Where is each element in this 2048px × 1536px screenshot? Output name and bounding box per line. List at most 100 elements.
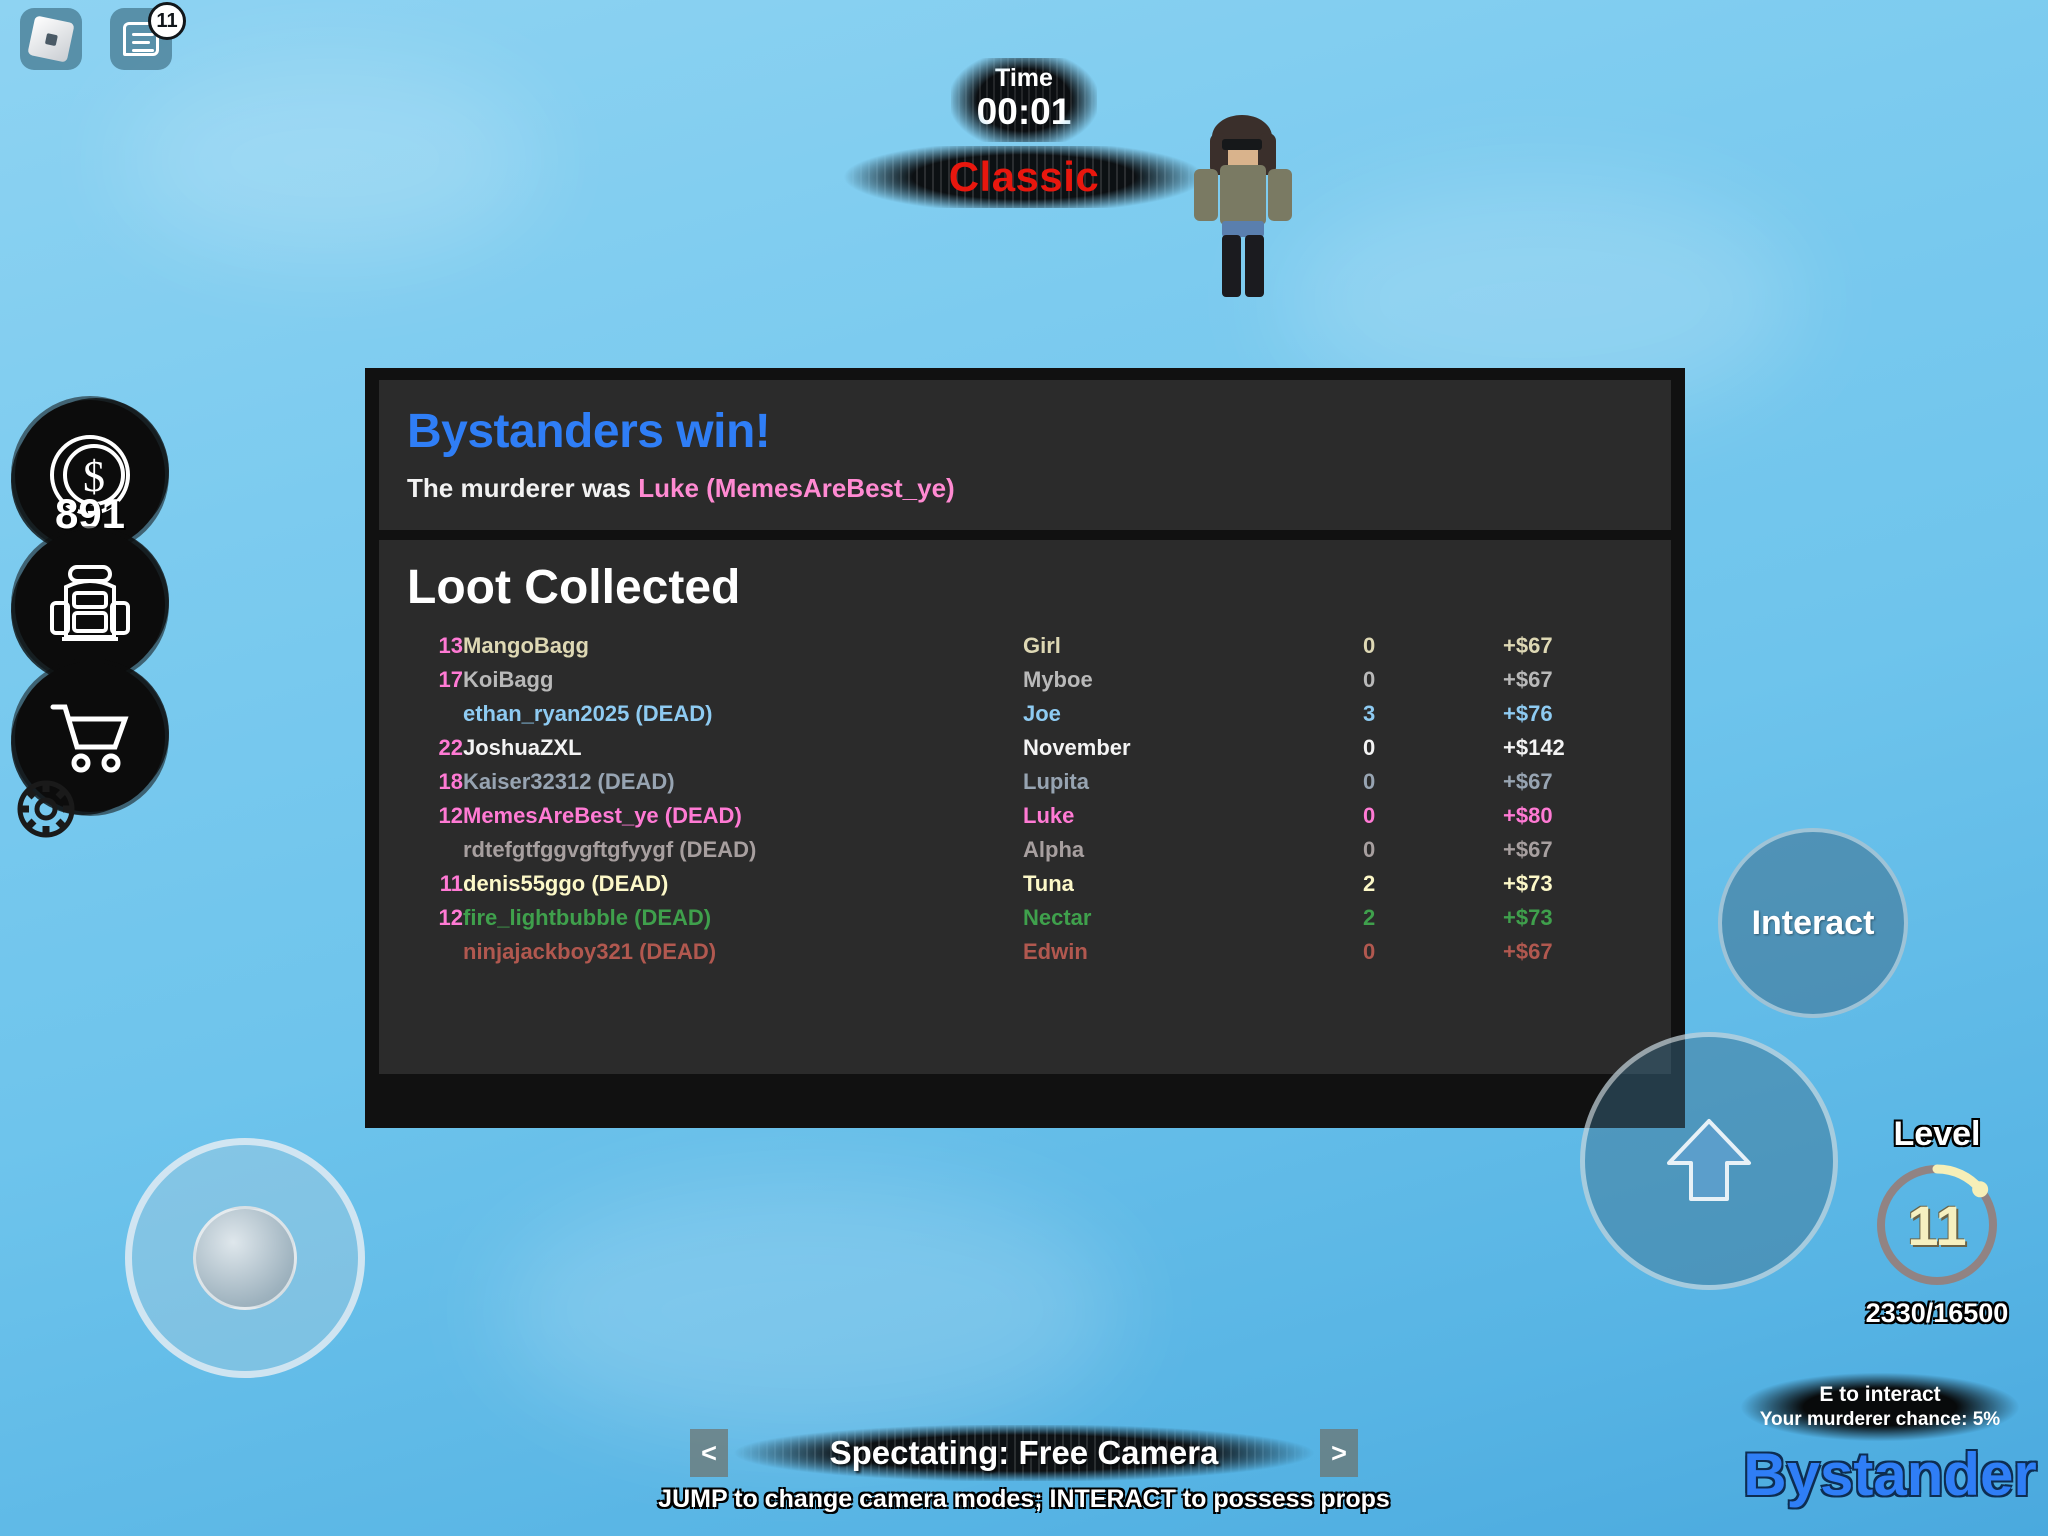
spectate-next-button[interactable]: > [1320, 1429, 1358, 1477]
settings-button[interactable] [15, 778, 77, 840]
loot-table: 13 MangoBagg Girl 0 +$67 17 KoiBagg Myboe 0 +$67 e… [407, 629, 1643, 969]
cloud-decoration [120, 60, 540, 260]
joystick-knob[interactable] [193, 1206, 297, 1310]
loot-row-character: Alpha [1023, 837, 1085, 862]
loot-row-player: KoiBagg [463, 667, 554, 692]
cloud-decoration [500, 1180, 1120, 1440]
loot-row-character: November [1023, 735, 1131, 760]
spectate-hint-text: JUMP to change camera modes; INTERACT to… [658, 1485, 1390, 1513]
loot-row-cash: +$80 [1503, 803, 1553, 828]
loot-row-cash: +$76 [1503, 701, 1553, 726]
interact-button[interactable]: Interact [1718, 828, 1908, 1018]
chat-badge: 11 [148, 2, 186, 40]
shopping-cart-icon [50, 704, 129, 773]
loot-section: Loot Collected 13 MangoBagg Girl 0 +$67 17 Koi… [379, 540, 1671, 1074]
loot-row-number: 18 [438, 769, 463, 794]
roblox-menu-button[interactable] [20, 8, 82, 70]
loot-row-character: Nectar [1023, 905, 1092, 930]
loot-row-kills: 0 [1363, 667, 1376, 692]
loot-row-kills: 0 [1363, 939, 1376, 964]
loot-row-kills: 0 [1363, 633, 1376, 658]
loot-row-kills: 0 [1363, 735, 1376, 760]
level-value: 11 [1907, 1193, 1967, 1257]
loot-row-cash: +$67 [1503, 633, 1553, 658]
player-character-avatar [1194, 115, 1292, 297]
murderer-chance-text: Your murderer chance: 5% [1759, 1409, 2001, 1430]
timer-panel: Time 00:01 [950, 58, 1098, 142]
loot-row-number [407, 935, 463, 969]
loot-row-player: MemesAreBest_ye (DEAD) [463, 803, 742, 828]
spectate-prev-button[interactable]: < [690, 1429, 728, 1477]
loot-row-number: 12 [438, 803, 463, 828]
jump-button[interactable] [1580, 1032, 1838, 1290]
loot-row-character: Tuna [1023, 871, 1074, 896]
loot-row-character: Girl [1023, 633, 1061, 658]
table-row: 12 MemesAreBest_ye (DEAD) Luke 0 +$80 [407, 799, 1643, 833]
win-title: Bystanders win! [407, 405, 771, 458]
coins-blob: $ 891 [15, 400, 165, 550]
loot-row-character: Joe [1023, 701, 1061, 726]
gear-icon [17, 780, 75, 838]
loot-row-character: Edwin [1023, 939, 1088, 964]
loot-row-kills: 2 [1363, 905, 1376, 930]
loot-title: Loot Collected [407, 561, 741, 614]
loot-row-cash: +$67 [1503, 939, 1553, 964]
loot-row-kills: 2 [1363, 871, 1376, 896]
roblox-logo-icon [27, 15, 75, 63]
loot-row-cash: +$67 [1503, 667, 1553, 692]
loot-row-number: 12 [438, 905, 463, 930]
loot-row-number: 11 [439, 871, 463, 896]
table-row: ninjajackboy321 (DEAD) Edwin 0 +$67 [407, 935, 1643, 969]
murderer-label: The murderer was [407, 473, 631, 503]
loot-row-number [407, 697, 463, 731]
spectate-target-panel: Spectating: Free Camera [734, 1425, 1314, 1481]
loot-row-cash: +$73 [1503, 905, 1553, 930]
loot-row-player: fire_lightbubble (DEAD) [463, 905, 712, 930]
coins-hud: $ 891 [15, 400, 165, 550]
loot-row-character: Luke [1023, 803, 1075, 828]
loot-row-cash: +$67 [1503, 769, 1553, 794]
loot-row-player: Kaiser32312 (DEAD) [463, 769, 675, 794]
loot-row-kills: 3 [1363, 701, 1376, 726]
spectate-target-label: Spectating: Free Camera [829, 1434, 1219, 1471]
spectate-bar: < Spectating: Free Camera > JUMP to chan… [644, 1425, 1404, 1514]
murderer-name: Luke (MemesAreBest_ye) [638, 473, 955, 503]
table-row: 12 fire_lightbubble (DEAD) Nectar 2 +$73 [407, 901, 1643, 935]
table-row: 18 Kaiser32312 (DEAD) Lupita 0 +$67 [407, 765, 1643, 799]
table-row: rdtefgtfggvgftgfyygf (DEAD) Alpha 0 +$67 [407, 833, 1643, 867]
game-mode-label: Classic [948, 152, 1100, 200]
loot-row-cash: +$73 [1503, 871, 1553, 896]
loot-row-player: MangoBagg [463, 633, 589, 658]
movement-joystick[interactable] [125, 1138, 365, 1378]
match-timer: Time 00:01 Classic [844, 58, 1204, 208]
loot-row-number: 17 [438, 667, 463, 692]
loot-row-player: ninjajackboy321 (DEAD) [463, 939, 717, 964]
level-indicator: Level 11 2330/16500 [1862, 1115, 2012, 1329]
table-row: 11 denis55ggo (DEAD) Tuna 2 +$73 [407, 867, 1643, 901]
timer-value: 00:01 [976, 90, 1072, 132]
xp-progress-text: 2330/16500 [1865, 1298, 2009, 1328]
loot-row-kills: 0 [1363, 837, 1376, 862]
table-row: 22 JoshuaZXL November 0 +$142 [407, 731, 1643, 765]
timer-label: Time [995, 64, 1053, 92]
level-label: Level [1893, 1115, 1981, 1153]
chat-button[interactable]: 11 [110, 2, 186, 70]
table-row: 17 KoiBagg Myboe 0 +$67 [407, 663, 1643, 697]
loot-row-character: Myboe [1023, 667, 1093, 692]
loot-row-player: JoshuaZXL [463, 735, 582, 760]
loot-row-kills: 0 [1363, 803, 1376, 828]
jump-arrow-icon [1667, 1119, 1751, 1201]
interaction-hint-panel: E to interact Your murderer chance: 5% [1735, 1368, 2025, 1446]
interact-hint-text: E to interact [1819, 1383, 1941, 1406]
round-results-panel: Bystanders win! The murderer was Luke (M… [365, 368, 1685, 1128]
interact-button-label: Interact [1751, 903, 1875, 942]
role-label: Bystander [1743, 1441, 2037, 1508]
table-row: 13 MangoBagg Girl 0 +$67 [407, 629, 1643, 663]
loot-row-kills: 0 [1363, 769, 1376, 794]
backpack-icon [50, 565, 130, 641]
loot-row-number: 13 [438, 633, 463, 658]
level-progress-ring: 11 [1868, 1156, 2006, 1294]
backpack-button[interactable] [15, 530, 165, 680]
loot-row-player: rdtefgtfggvgftgfyygf (DEAD) [463, 837, 757, 862]
loot-row-number [407, 833, 463, 867]
